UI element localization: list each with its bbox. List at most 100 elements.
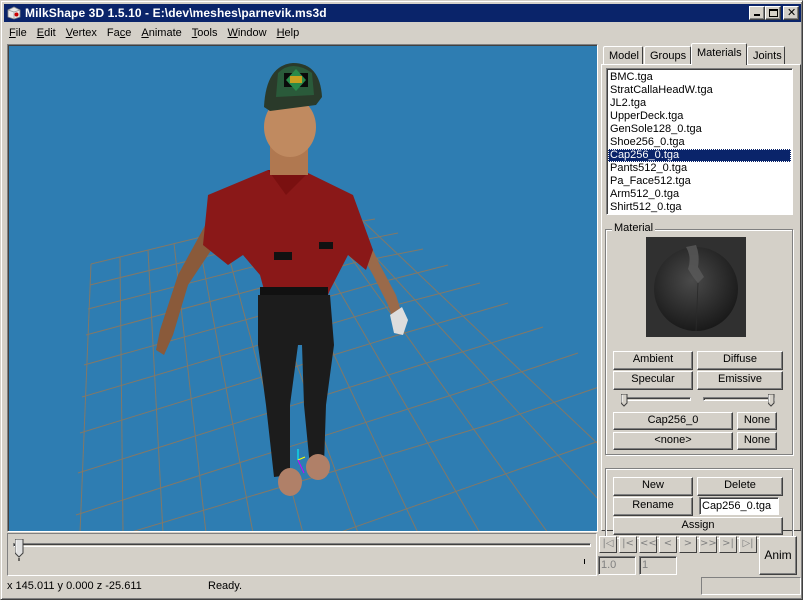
- shininess-slider-thumb[interactable]: [620, 393, 628, 407]
- menu-help[interactable]: Help: [272, 27, 305, 39]
- window-title: MilkShape 3D 1.5.10 - E:\dev\meshes\parn…: [25, 6, 327, 20]
- transparency-slider[interactable]: [703, 393, 775, 408]
- menu-face[interactable]: Face: [102, 27, 136, 39]
- prev-frame-button[interactable]: <: [659, 536, 677, 553]
- menu-window-accel: W: [227, 26, 238, 39]
- menu-file-label: ile: [15, 26, 27, 39]
- menu-edit-label: dit: [44, 26, 56, 39]
- list-item[interactable]: JL2.tga: [608, 97, 791, 110]
- list-item[interactable]: Shirt512_0.tga: [608, 201, 791, 214]
- first-frame-button[interactable]: |◁: [599, 536, 617, 553]
- new-material-button[interactable]: New: [613, 477, 693, 496]
- maximize-button[interactable]: [765, 6, 781, 20]
- rewind-icon: <<: [640, 538, 657, 549]
- anim-button[interactable]: Anim: [759, 536, 797, 575]
- list-item[interactable]: GenSole128_0.tga: [608, 123, 791, 136]
- frame-slider[interactable]: [13, 538, 591, 561]
- menu-face-pre: Fa: [106, 26, 120, 39]
- last-frame-button[interactable]: ▷|: [739, 536, 757, 553]
- shirt-logo-right: [319, 242, 333, 249]
- menu-edit[interactable]: Edit: [32, 27, 61, 39]
- menu-help-accel: H: [276, 26, 285, 39]
- menu-vertex[interactable]: Vertex: [61, 27, 102, 39]
- close-button[interactable]: ✕: [783, 6, 799, 20]
- menu-file-accel: F: [9, 26, 16, 39]
- texture-none-button[interactable]: None: [737, 412, 777, 430]
- minimize-button[interactable]: [749, 6, 765, 20]
- tab-materials-label: Materials: [697, 47, 742, 59]
- main-window: MilkShape 3D 1.5.10 - E:\dev\meshes\parn…: [0, 0, 803, 600]
- rewind-button[interactable]: <<: [639, 536, 657, 553]
- frame-field[interactable]: 1: [639, 556, 677, 575]
- menu-tools-label: ools: [197, 26, 218, 39]
- tab-groups-label: Groups: [650, 50, 687, 62]
- diffuse-button[interactable]: Diffuse: [697, 351, 783, 370]
- speed-field[interactable]: 1.0: [598, 556, 636, 575]
- texture-button[interactable]: Cap256_0: [613, 412, 733, 430]
- next-key-button[interactable]: >|: [719, 536, 737, 553]
- first-frame-icon: |◁: [602, 538, 614, 549]
- tab-materials[interactable]: Materials: [691, 43, 747, 65]
- rename-material-button[interactable]: Rename: [613, 497, 693, 516]
- list-item[interactable]: Pants512_0.tga: [608, 162, 791, 175]
- status-coordinates: x 145.011 y 0.000 z -25.611: [7, 580, 142, 592]
- frame-slider-thumb[interactable]: [14, 538, 24, 561]
- list-item[interactable]: Arm512_0.tga: [608, 188, 791, 201]
- tab-joints[interactable]: Joints: [747, 46, 785, 65]
- app-icon: [6, 6, 22, 20]
- menu-vertex-label: ertex: [72, 26, 97, 39]
- menu-help-label: elp: [284, 26, 300, 39]
- emissive-button[interactable]: Emissive: [697, 371, 783, 390]
- status-bar: x 145.011 y 0.000 z -25.611 Ready.: [4, 577, 801, 598]
- forward-button[interactable]: >>: [699, 536, 717, 553]
- menu-bar: File Edit Vertex Face Animate Tools Wind…: [4, 23, 304, 42]
- list-item[interactable]: StratCallaHeadW.tga: [608, 84, 791, 97]
- tab-model[interactable]: Model: [603, 46, 643, 65]
- menu-edit-accel: E: [36, 26, 45, 39]
- menu-tools[interactable]: Tools: [187, 27, 223, 39]
- material-name-field[interactable]: Cap256_0.tga: [699, 497, 779, 515]
- shininess-slider[interactable]: [620, 393, 691, 408]
- alpha-texture-button[interactable]: <none>: [613, 432, 733, 450]
- list-item[interactable]: UpperDeck.tga: [608, 110, 791, 123]
- material-preview: [646, 237, 746, 337]
- viewport-scene: [75, 63, 597, 531]
- menu-window-label: indow: [237, 26, 267, 39]
- status-pane: [701, 577, 801, 595]
- 3d-viewport[interactable]: [7, 44, 598, 532]
- material-group-label: Material: [612, 222, 656, 234]
- menu-file[interactable]: File: [4, 27, 32, 39]
- list-item[interactable]: Pa_Face512.tga: [608, 175, 791, 188]
- frame-slider-end-tick: [584, 559, 585, 564]
- tab-model-label: Model: [609, 50, 639, 62]
- specular-button[interactable]: Specular: [613, 371, 693, 390]
- list-item-selected[interactable]: Cap256_0.tga: [608, 149, 791, 162]
- material-sphere-icon: [654, 245, 738, 332]
- next-frame-button[interactable]: >: [679, 536, 697, 553]
- delete-material-button[interactable]: Delete: [697, 477, 783, 496]
- alpha-none-button[interactable]: None: [737, 432, 777, 450]
- list-item[interactable]: BMC.tga: [608, 71, 791, 84]
- menu-animate[interactable]: Animate: [136, 27, 186, 39]
- forward-icon: >>: [700, 538, 717, 549]
- menu-window[interactable]: Window: [222, 27, 271, 39]
- tab-groups[interactable]: Groups: [644, 46, 691, 65]
- menu-animate-label: nimate: [148, 26, 182, 39]
- next-key-icon: >|: [722, 538, 734, 549]
- shininess-slider-track: [621, 397, 691, 401]
- next-frame-icon: >: [683, 538, 693, 549]
- menu-face-label: e: [125, 26, 132, 39]
- materials-list[interactable]: BMC.tga StratCallaHeadW.tga JL2.tga Uppe…: [606, 68, 793, 215]
- last-frame-icon: ▷|: [742, 538, 754, 549]
- transparency-slider-thumb[interactable]: [767, 393, 775, 407]
- status-message: Ready.: [208, 580, 243, 592]
- title-bar[interactable]: MilkShape 3D 1.5.10 - E:\dev\meshes\parn…: [4, 4, 801, 22]
- prev-key-button[interactable]: |<: [619, 536, 637, 553]
- assign-material-button[interactable]: Assign: [613, 517, 783, 535]
- prev-key-icon: |<: [622, 538, 634, 549]
- shirt-logo-left: [274, 252, 292, 260]
- list-item[interactable]: Shoe256_0.tga: [608, 136, 791, 149]
- close-icon: ✕: [787, 6, 797, 19]
- ambient-button[interactable]: Ambient: [613, 351, 693, 370]
- minimize-icon: [754, 14, 760, 16]
